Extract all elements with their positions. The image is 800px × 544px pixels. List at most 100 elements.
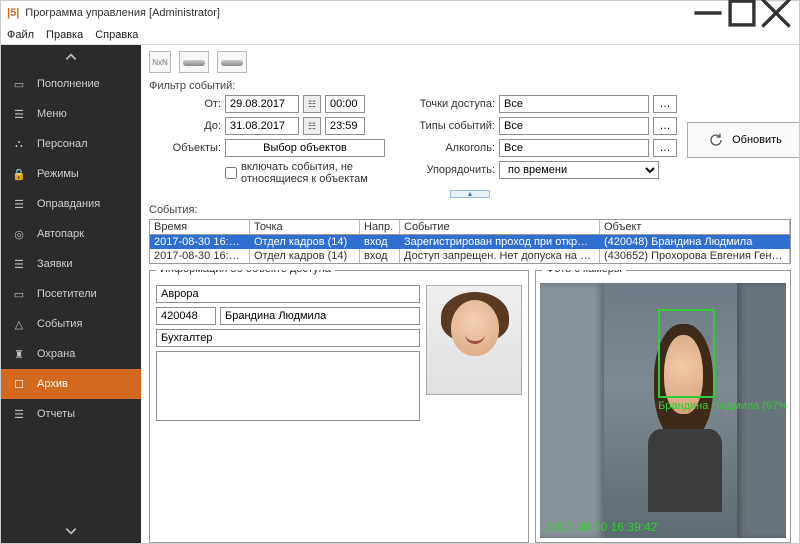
window-maximize-button[interactable]: [725, 1, 759, 25]
cell-event: Зарегистрирован проход при открытой две…: [400, 235, 600, 249]
sidebar-item-excuses[interactable]: ☰ Оправдания: [1, 189, 141, 219]
sidebar-item-label: Персонал: [37, 138, 88, 150]
cell-dir: вход: [360, 235, 400, 249]
sidebar-item-label: Автопарк: [37, 228, 84, 240]
camera-panel-title: Фото с камеры: [542, 270, 626, 275]
menu-edit[interactable]: Правка: [46, 29, 83, 41]
archive-icon: ☐: [11, 378, 27, 391]
object-id-field[interactable]: [156, 307, 216, 325]
from-label: От:: [149, 98, 221, 110]
wheel-icon: ◎: [11, 228, 27, 241]
window-title: Программа управления [Administrator]: [25, 7, 691, 19]
to-time-input[interactable]: [325, 117, 365, 135]
from-date-input[interactable]: [225, 95, 299, 113]
camera-preset-1-button[interactable]: [179, 51, 209, 73]
sidebar-item-requests[interactable]: ☰ Заявки: [1, 249, 141, 279]
sidebar-item-label: Отчеты: [37, 408, 75, 420]
refresh-label: Обновить: [732, 134, 782, 146]
event-types-input[interactable]: [499, 117, 649, 135]
sidebar-item-visitors[interactable]: ▭ Посетители: [1, 279, 141, 309]
event-types-label: Типы событий:: [409, 120, 495, 132]
app-icon: |5|: [7, 7, 19, 19]
lock-icon: 🔒: [11, 168, 27, 181]
card-icon: ▭: [11, 78, 27, 91]
sidebar-item-events[interactable]: △ События: [1, 309, 141, 339]
access-points-browse-button[interactable]: …: [653, 95, 677, 113]
cell-object: (420048) Брандина Людмила: [600, 235, 790, 249]
document-icon: ☰: [11, 198, 27, 211]
alcohol-label: Алкоголь:: [409, 142, 495, 154]
object-info-panel: Информация об объекте доступа: [149, 270, 529, 543]
col-object[interactable]: Объект: [600, 220, 790, 234]
cell-point: Отдел кадров (14): [250, 249, 360, 263]
object-info-title: Информация об объекте доступа: [156, 270, 335, 275]
people-icon: ⛬: [11, 138, 27, 151]
col-event[interactable]: Событие: [400, 220, 600, 234]
object-notes-field[interactable]: [156, 351, 420, 421]
sidebar-item-topup[interactable]: ▭ Пополнение: [1, 69, 141, 99]
sidebar-item-label: Посетители: [37, 288, 97, 300]
object-position-field[interactable]: [156, 329, 420, 347]
camera-preset-2-button[interactable]: [217, 51, 247, 73]
filter-section-label: Фильтр событий:: [149, 80, 791, 92]
sidebar-item-label: Заявки: [37, 258, 73, 270]
include-unrelated-checkbox[interactable]: [225, 167, 237, 179]
camera-view: Брандина Людмила (97%) 2017-08-30 16:39:…: [540, 283, 786, 538]
col-direction[interactable]: Напр.: [360, 220, 400, 234]
cell-point: Отдел кадров (14): [250, 235, 360, 249]
view-thumbnails: NxN: [149, 51, 791, 73]
window-close-button[interactable]: [759, 1, 793, 25]
event-types-browse-button[interactable]: …: [653, 117, 677, 135]
col-point[interactable]: Точка: [250, 220, 360, 234]
table-row[interactable]: 2017-08-30 16:39:43 Отдел кадров (14) вх…: [150, 249, 790, 263]
objects-select-button[interactable]: Выбор объектов: [225, 139, 385, 157]
sidebar-item-fleet[interactable]: ◎ Автопарк: [1, 219, 141, 249]
face-detection-label: Брандина Людмила (97%): [658, 400, 786, 412]
camera-timestamp: 2017-08-30 16:39:42: [546, 520, 657, 534]
from-time-input[interactable]: [325, 95, 365, 113]
sidebar-item-label: Меню: [37, 108, 67, 120]
col-time[interactable]: Время: [150, 220, 250, 234]
sidebar-item-modes[interactable]: 🔒 Режимы: [1, 159, 141, 189]
sidebar-item-label: Режимы: [37, 168, 79, 180]
sidebar-scroll-down[interactable]: [1, 519, 141, 543]
object-photo: [426, 285, 522, 395]
sidebar-item-staff[interactable]: ⛬ Персонал: [1, 129, 141, 159]
access-points-label: Точки доступа:: [409, 98, 495, 110]
face-detection-box: [658, 309, 715, 398]
cell-event: Доступ запрещен. Нет допуска на точку до…: [400, 249, 600, 263]
object-org-field[interactable]: [156, 285, 420, 303]
layout-grid-button[interactable]: NxN: [149, 51, 171, 73]
cell-dir: вход: [360, 249, 400, 263]
sort-select[interactable]: по времени: [499, 161, 659, 179]
from-date-picker-button[interactable]: ☷: [303, 95, 321, 113]
sort-label: Упорядочить:: [409, 164, 495, 176]
sidebar-scroll-up[interactable]: [1, 45, 141, 69]
sidebar-item-menu[interactable]: ☰ Меню: [1, 99, 141, 129]
sidebar-item-label: Охрана: [37, 348, 75, 360]
alcohol-input[interactable]: [499, 139, 649, 157]
sidebar-item-reports[interactable]: ☰ Отчеты: [1, 399, 141, 429]
refresh-icon: [708, 132, 724, 148]
shield-icon: ♜: [11, 348, 27, 361]
include-unrelated-label: включать события, не относящиеся к объек…: [241, 161, 385, 185]
refresh-button[interactable]: Обновить: [687, 122, 799, 158]
sidebar-item-label: Пополнение: [37, 78, 100, 90]
sidebar: ▭ Пополнение ☰ Меню ⛬ Персонал 🔒 Режимы …: [1, 45, 141, 543]
sidebar-item-archive[interactable]: ☐ Архив: [1, 369, 141, 399]
window-minimize-button[interactable]: [691, 1, 725, 25]
camera-panel: Фото с камеры: [535, 270, 791, 543]
object-name-field[interactable]: [220, 307, 420, 325]
menu-help[interactable]: Справка: [95, 29, 138, 41]
cell-time: 2017-08-30 16:39:43: [150, 249, 250, 263]
events-table: Время Точка Напр. Событие Объект 2017-08…: [149, 219, 791, 264]
sidebar-item-security[interactable]: ♜ Охрана: [1, 339, 141, 369]
form-icon: ☰: [11, 258, 27, 271]
to-date-picker-button[interactable]: ☷: [303, 117, 321, 135]
alcohol-browse-button[interactable]: …: [653, 139, 677, 157]
menu-file[interactable]: Файл: [7, 29, 34, 41]
table-row[interactable]: 2017-08-30 16:39:42 Отдел кадров (14) вх…: [150, 235, 790, 249]
collapse-filter-button[interactable]: ▲: [450, 190, 490, 198]
access-points-input[interactable]: [499, 95, 649, 113]
to-date-input[interactable]: [225, 117, 299, 135]
